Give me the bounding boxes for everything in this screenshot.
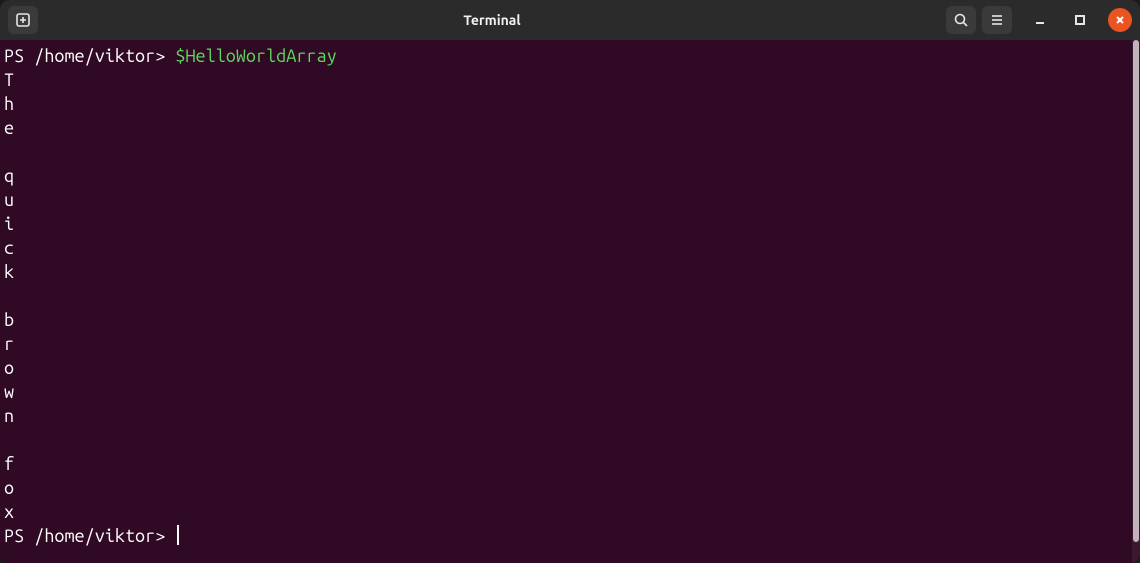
menu-button[interactable]: [982, 6, 1012, 34]
terminal-text: PS /home/viktor> $HelloWorldArray T h e …: [0, 40, 1132, 563]
scrollbar[interactable]: [1132, 40, 1140, 563]
prompt: PS /home/viktor>: [4, 526, 165, 546]
terminal-body[interactable]: PS /home/viktor> $HelloWorldArray T h e …: [0, 40, 1140, 563]
prompt: PS /home/viktor>: [4, 46, 165, 66]
minimize-icon: [1034, 14, 1046, 26]
output-line: T: [4, 70, 14, 90]
terminal-window: Terminal: [0, 0, 1140, 563]
output-line: r: [4, 334, 14, 354]
maximize-icon: [1074, 14, 1086, 26]
window-title: Terminal: [463, 12, 520, 28]
output-line: q: [4, 166, 14, 186]
output-line: w: [4, 382, 14, 402]
search-icon: [953, 12, 969, 28]
titlebar: Terminal: [0, 0, 1140, 40]
output-line: n: [4, 406, 14, 426]
new-tab-icon: [15, 12, 31, 28]
output-line: c: [4, 238, 14, 258]
close-button[interactable]: [1108, 8, 1132, 32]
cursor: [177, 525, 179, 545]
output-line: i: [4, 214, 14, 234]
scrollbar-thumb[interactable]: [1133, 40, 1139, 542]
output-line: b: [4, 310, 14, 330]
output-line: e: [4, 118, 14, 138]
output-line: x: [4, 502, 14, 522]
output-line: h: [4, 94, 14, 114]
command: $HelloWorldArray: [175, 46, 336, 66]
output-line: f: [4, 454, 14, 474]
search-button[interactable]: [946, 6, 976, 34]
new-tab-button[interactable]: [8, 6, 38, 34]
output-line: u: [4, 190, 14, 210]
hamburger-icon: [989, 12, 1005, 28]
output-line: o: [4, 358, 14, 378]
output-line: k: [4, 262, 14, 282]
output-line: o: [4, 478, 14, 498]
close-icon: [1114, 14, 1126, 26]
minimize-button[interactable]: [1028, 8, 1052, 32]
maximize-button[interactable]: [1068, 8, 1092, 32]
